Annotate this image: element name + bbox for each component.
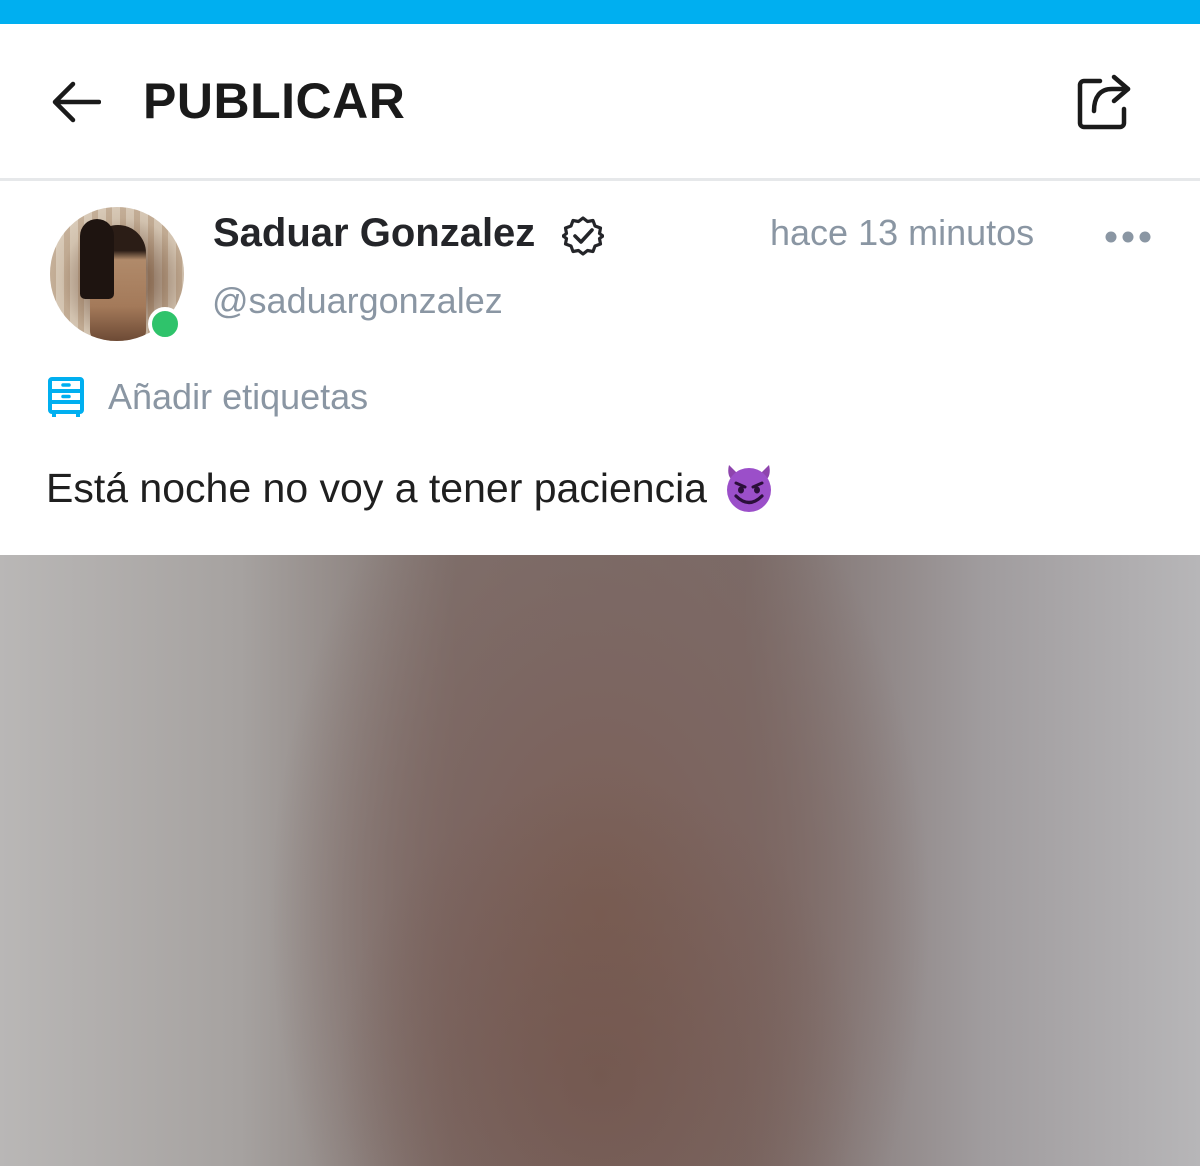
post-text: Está noche no voy a tener paciencia <box>46 463 777 519</box>
arrow-left-icon <box>52 81 101 123</box>
page-header: PUBLICAR <box>0 24 1200 178</box>
add-tags-button[interactable]: Añadir etiquetas <box>46 374 368 420</box>
verified-badge-icon <box>562 216 604 256</box>
page-title: PUBLICAR <box>143 73 406 129</box>
tag-list-icon <box>48 377 84 417</box>
author-display-name[interactable]: Saduar Gonzalez <box>213 209 535 257</box>
more-options-button[interactable] <box>1100 219 1156 255</box>
share-button[interactable] <box>1068 70 1142 134</box>
share-icon <box>1077 74 1131 130</box>
status-accent-bar <box>0 0 1200 24</box>
online-status-dot <box>148 307 182 341</box>
more-horizontal-icon <box>1105 231 1151 243</box>
post-timestamp: hace 13 minutos <box>770 212 1035 253</box>
author-username[interactable]: @saduargonzalez <box>212 279 503 323</box>
post-media-blurred[interactable] <box>0 555 1200 1166</box>
avatar-hair <box>80 219 114 299</box>
post-text-content: Está noche no voy a tener paciencia <box>46 465 707 511</box>
back-button[interactable] <box>40 74 110 130</box>
post-card: Saduar Gonzalez hace 13 minutos @saduarg… <box>0 181 1200 555</box>
post-media-shade <box>0 555 1200 1166</box>
smiling-devil-emoji <box>727 465 771 513</box>
add-tags-label: Añadir etiquetas <box>108 376 369 417</box>
